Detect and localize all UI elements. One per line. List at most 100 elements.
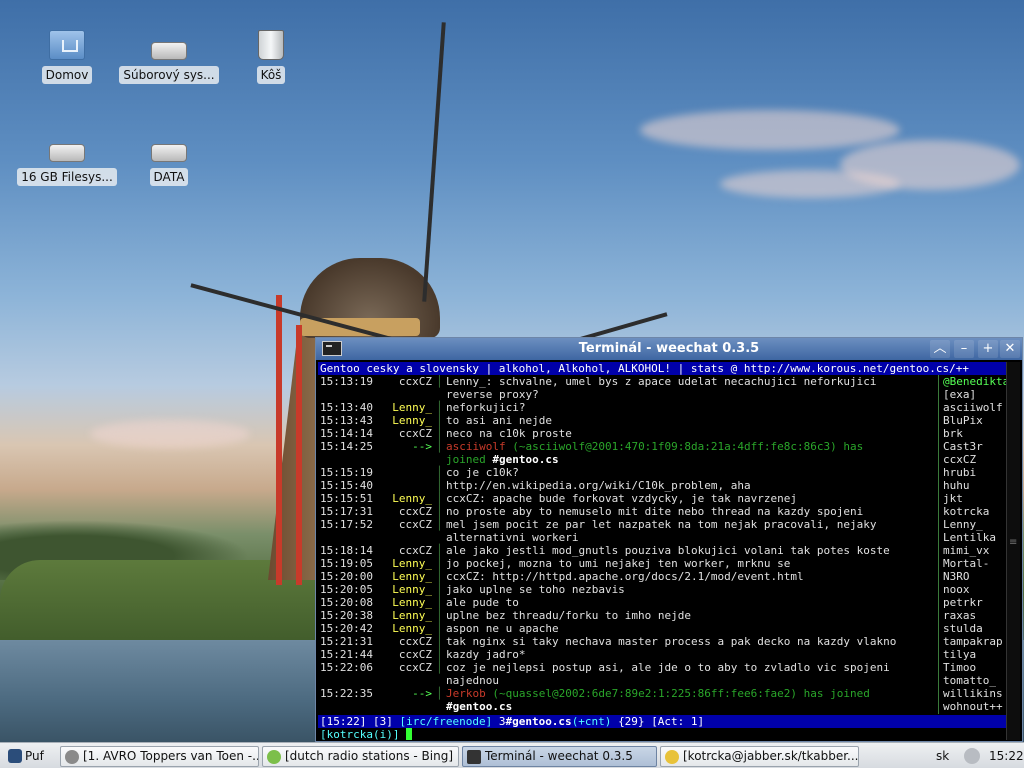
- desktop-icon-16gb[interactable]: 16 GB Filesys...: [17, 132, 117, 189]
- nicklist-entry[interactable]: [exa]: [943, 388, 1006, 401]
- join-text: has joined: [803, 687, 870, 700]
- nicklist-entry[interactable]: wohnout++: [943, 700, 1006, 713]
- timestamp: 15:20:38: [320, 609, 373, 622]
- terminal-window[interactable]: Terminál - weechat 0.3.5 ︿ – + ✕ Gentoo …: [315, 337, 1023, 742]
- join-nick: asciiwolf: [446, 440, 506, 453]
- task-label: [kotrcka@jabber.sk/tkabber...: [683, 749, 859, 763]
- browser-icon: [267, 750, 281, 764]
- nicklist-entry[interactable]: Timoo: [943, 661, 1006, 674]
- close-button[interactable]: ✕: [1000, 340, 1020, 358]
- nicklist-entry[interactable]: noox: [943, 583, 1006, 596]
- task-avro[interactable]: [1. AVRO Toppers van Toen -...: [60, 746, 259, 767]
- network-icon[interactable]: [964, 748, 980, 764]
- clock[interactable]: 15:22: [989, 746, 1024, 766]
- start-menu-button[interactable]: Puf: [4, 746, 48, 766]
- nicklist-entry[interactable]: N3RO: [943, 570, 1006, 583]
- nicklist-entry[interactable]: stulda: [943, 622, 1006, 635]
- nick: [374, 479, 436, 492]
- timestamp: 15:20:08: [320, 596, 373, 609]
- nicklist-entry[interactable]: tampakrap: [943, 635, 1006, 648]
- terminal-scrollbar[interactable]: [1006, 362, 1020, 740]
- separator: │: [436, 635, 443, 648]
- nick: Lenny_: [392, 583, 432, 596]
- nicklist-entry[interactable]: tomatto_: [943, 674, 1006, 687]
- desktop-icon-trash[interactable]: Kôš: [221, 30, 321, 87]
- message: ale pude to: [446, 596, 519, 609]
- separator: │: [436, 401, 443, 414]
- nicklist-entry[interactable]: Mortal-: [943, 557, 1006, 570]
- separator: │: [436, 492, 443, 505]
- nick: ccxCZ: [398, 505, 432, 518]
- separator: │: [436, 648, 443, 661]
- timestamp: 15:14:25: [320, 440, 373, 453]
- drive-icon: [151, 42, 187, 60]
- nicklist-entry[interactable]: @Benedikta: [943, 375, 1006, 388]
- nicklist-entry[interactable]: huhu: [943, 479, 1006, 492]
- timestamp: 15:20:05: [320, 583, 373, 596]
- nicklist-entry[interactable]: mimi_vx: [943, 544, 1006, 557]
- message: http://en.wikipedia.org/wiki/C10k_proble…: [446, 479, 751, 492]
- weechat-buffer[interactable]: Gentoo cesky a slovensky | alkohol, Alko…: [318, 362, 1006, 740]
- nicklist-entry[interactable]: hrubi: [943, 466, 1006, 479]
- keyboard-layout[interactable]: sk: [936, 746, 949, 766]
- desktop-icon-data[interactable]: DATA: [119, 132, 219, 189]
- chat-line: 15:20:00 Lenny_ │ ccxCZ: http://httpd.apach…: [318, 570, 936, 583]
- player-icon: [65, 750, 79, 764]
- minimize-button[interactable]: –: [954, 340, 974, 358]
- timestamp: 15:17:52: [320, 518, 373, 531]
- nicklist-entry[interactable]: asciiwolf: [943, 401, 1006, 414]
- nicklist-entry[interactable]: petrkr: [943, 596, 1006, 609]
- nick: ccxCZ: [398, 635, 432, 648]
- timestamp: 15:13:19: [320, 375, 373, 388]
- separator: │: [436, 557, 443, 570]
- text-cursor: [406, 728, 413, 740]
- timestamp: 15:22:35: [320, 687, 373, 700]
- task-bing[interactable]: [dutch radio stations - Bing]: [262, 746, 459, 767]
- chat-line: 15:20:08 Lenny_ │ ale pude to: [318, 596, 936, 609]
- task-tkabber[interactable]: [kotrcka@jabber.sk/tkabber...: [660, 746, 859, 767]
- separator: │: [436, 440, 443, 453]
- status-mode: (+cnt): [571, 715, 612, 728]
- nicklist-entry[interactable]: BluPix: [943, 414, 1006, 427]
- nicklist-entry[interactable]: Lentilka: [943, 531, 1006, 544]
- timestamp: 15:19:05: [320, 557, 373, 570]
- nicklist-entry[interactable]: jkt: [943, 492, 1006, 505]
- nicklist-entry[interactable]: kotrcka: [943, 505, 1006, 518]
- maximize-button[interactable]: +: [978, 340, 998, 358]
- status-window-num: [3]: [372, 715, 393, 728]
- nick: Lenny_: [392, 622, 432, 635]
- taskbar: Puf [1. AVRO Toppers van Toen -... [dutc…: [0, 742, 1024, 768]
- nicklist-entry[interactable]: raxas: [943, 609, 1006, 622]
- separator: │: [436, 518, 443, 531]
- task-terminal[interactable]: Terminál - weechat 0.3.5: [462, 746, 657, 767]
- chat-line: 15:20:42 Lenny_ │ aspon ne u apache: [318, 622, 936, 635]
- start-label: Puf: [25, 749, 44, 763]
- shade-button[interactable]: ︿: [930, 340, 950, 358]
- terminal-titlebar[interactable]: Terminál - weechat 0.3.5 ︿ – + ✕: [316, 338, 1022, 360]
- separator: │: [436, 622, 443, 635]
- drive-icon: [151, 144, 187, 162]
- nick: ccxCZ: [398, 648, 432, 661]
- nick: -->: [412, 687, 432, 700]
- nicklist-entry[interactable]: Cast3r: [943, 440, 1006, 453]
- separator: │: [436, 466, 443, 479]
- input-line[interactable]: [kotrcka(i)]: [318, 728, 1006, 740]
- message: uplne bez threadu/forku to imho nejde: [446, 609, 692, 622]
- join-host: (~asciiwolf@2001:470:1f09:8da:21a:4dff:f…: [512, 440, 837, 453]
- join-channel: #gentoo.cs: [492, 453, 559, 466]
- desktop-icon-filesystem[interactable]: Súborový sys...: [119, 30, 219, 87]
- message: coz je nejlepsi postup asi, ale jde o to…: [446, 661, 890, 687]
- desktop-icon-home[interactable]: Domov: [17, 30, 117, 87]
- timestamp: 15:14:14: [320, 427, 373, 440]
- task-label: [1. AVRO Toppers van Toen -...: [83, 749, 259, 763]
- nicklist-entry[interactable]: brk: [943, 427, 1006, 440]
- message: jako uplne se toho nezbavis: [446, 583, 625, 596]
- nicklist-entry[interactable]: willikins: [943, 687, 1006, 700]
- nicklist-entry[interactable]: Lenny_: [943, 518, 1006, 531]
- nicklist-entry[interactable]: tilya: [943, 648, 1006, 661]
- timestamp: 15:21:31: [320, 635, 373, 648]
- nicklist-entry[interactable]: ccxCZ: [943, 453, 1006, 466]
- message: neforkujici?: [446, 401, 526, 414]
- chat-line: 15:18:14 ccxCZ │ ale jako jestli mod_gnutls…: [318, 544, 936, 557]
- separator: │: [436, 479, 443, 492]
